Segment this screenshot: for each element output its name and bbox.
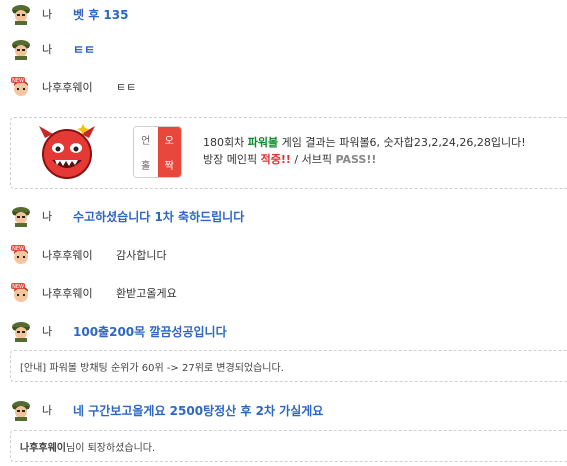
chat-message: 나 ㅌㅌ bbox=[0, 35, 567, 63]
odd-cell: 언 bbox=[134, 127, 158, 152]
sender-nick[interactable]: 나후후웨이 bbox=[42, 285, 93, 301]
chat-message: 나 수고하셨습니다 1차 축하드립니다 bbox=[0, 202, 567, 230]
result-line-2: 방장 메인픽 적중!! / 서브픽 PASS!! bbox=[203, 151, 526, 168]
sender-nick[interactable]: 나 bbox=[42, 323, 52, 339]
sender-nick[interactable]: 나 bbox=[42, 41, 52, 57]
svg-text:NEW: NEW bbox=[12, 246, 24, 252]
sender-nick[interactable]: 나 bbox=[42, 402, 52, 418]
soldier-avatar-icon bbox=[9, 38, 33, 60]
game-result-notice: 언 오 홀 짝 180회차 파워볼 게임 결과는 파워볼6, 숫자합23,2,2… bbox=[10, 117, 567, 189]
message-text: ㅌㅌ bbox=[73, 42, 96, 57]
sub-pick-pass: PASS!! bbox=[335, 153, 377, 166]
new-user-avatar-icon: NEW bbox=[9, 76, 33, 98]
sender-nick[interactable]: 나후후웨이 bbox=[42, 79, 93, 95]
new-user-avatar-icon: NEW bbox=[9, 282, 33, 304]
small-cell: 홀 bbox=[134, 152, 158, 177]
result-detail: 게임 결과는 파워볼6, 숫자합23,2,24,26,28입니다! bbox=[278, 136, 526, 149]
message-text: 감사합니다 bbox=[116, 249, 167, 262]
chat-message: NEW 나후후웨이 ㅌㅌ bbox=[0, 73, 567, 101]
result-grid: 언 오 홀 짝 bbox=[133, 126, 182, 178]
soldier-avatar-icon bbox=[9, 3, 33, 25]
soldier-avatar-icon bbox=[9, 205, 33, 227]
leave-notice: 나후후웨이 님이 퇴장하셨습니다. bbox=[10, 430, 567, 462]
rank-change-notice: [안내] 파워볼 방채팅 순위가 60위 -> 27위로 변경되었습니다. bbox=[10, 350, 567, 382]
soldier-avatar-icon bbox=[9, 399, 33, 421]
chat-message: 나 네 구간보고올게요 2500탕정산 후 2차 가실게요 bbox=[0, 396, 567, 424]
message-text: 환받고올게요 bbox=[116, 287, 177, 300]
new-user-avatar-icon: NEW bbox=[9, 244, 33, 266]
leave-text: 님이 퇴장하셨습니다. bbox=[66, 442, 156, 454]
result-game-name: 파워볼 bbox=[247, 136, 279, 149]
chat-message: NEW 나후후웨이 감사합니다 bbox=[0, 241, 567, 269]
result-message: 180회차 파워볼 게임 결과는 파워볼6, 숫자합23,2,24,26,28입… bbox=[203, 134, 526, 168]
sender-nick[interactable]: 나후후웨이 bbox=[42, 247, 93, 263]
chat-message: 나 100출200목 깔끔성공입니다 bbox=[0, 317, 567, 345]
message-text: 네 구간보고올게요 2500탕정산 후 2차 가실게요 bbox=[73, 403, 324, 418]
leave-user-name[interactable]: 나후후웨이 bbox=[20, 439, 66, 454]
main-pick-hit: 적중!! bbox=[260, 153, 291, 166]
svg-text:NEW: NEW bbox=[12, 78, 24, 84]
message-text: ㅌㅌ bbox=[116, 81, 137, 94]
chat-message: 나 벳 후 135 bbox=[0, 0, 567, 28]
soldier-avatar-icon bbox=[9, 320, 33, 342]
sub-pick-label: / 서브픽 bbox=[290, 153, 336, 166]
result-round: 180회차 bbox=[203, 136, 248, 149]
svg-text:NEW: NEW bbox=[12, 284, 24, 290]
chat-message: NEW 나후후웨이 환받고올게요 bbox=[0, 279, 567, 307]
notice-text: [안내] 파워볼 방채팅 순위가 60위 -> 27위로 변경되었습니다. bbox=[20, 362, 284, 374]
big-cell: 짝 bbox=[157, 152, 181, 177]
main-pick-label: 방장 메인픽 bbox=[203, 153, 261, 166]
sender-nick[interactable]: 나 bbox=[42, 208, 52, 224]
sender-nick[interactable]: 나 bbox=[42, 6, 52, 22]
message-text: 벳 후 135 bbox=[73, 7, 129, 22]
devil-mascot-icon bbox=[37, 124, 97, 182]
result-line-1: 180회차 파워볼 게임 결과는 파워볼6, 숫자합23,2,24,26,28입… bbox=[203, 134, 526, 151]
even-cell: 오 bbox=[157, 127, 181, 152]
message-text: 100출200목 깔끔성공입니다 bbox=[73, 324, 227, 339]
message-text: 수고하셨습니다 1차 축하드립니다 bbox=[73, 209, 245, 224]
